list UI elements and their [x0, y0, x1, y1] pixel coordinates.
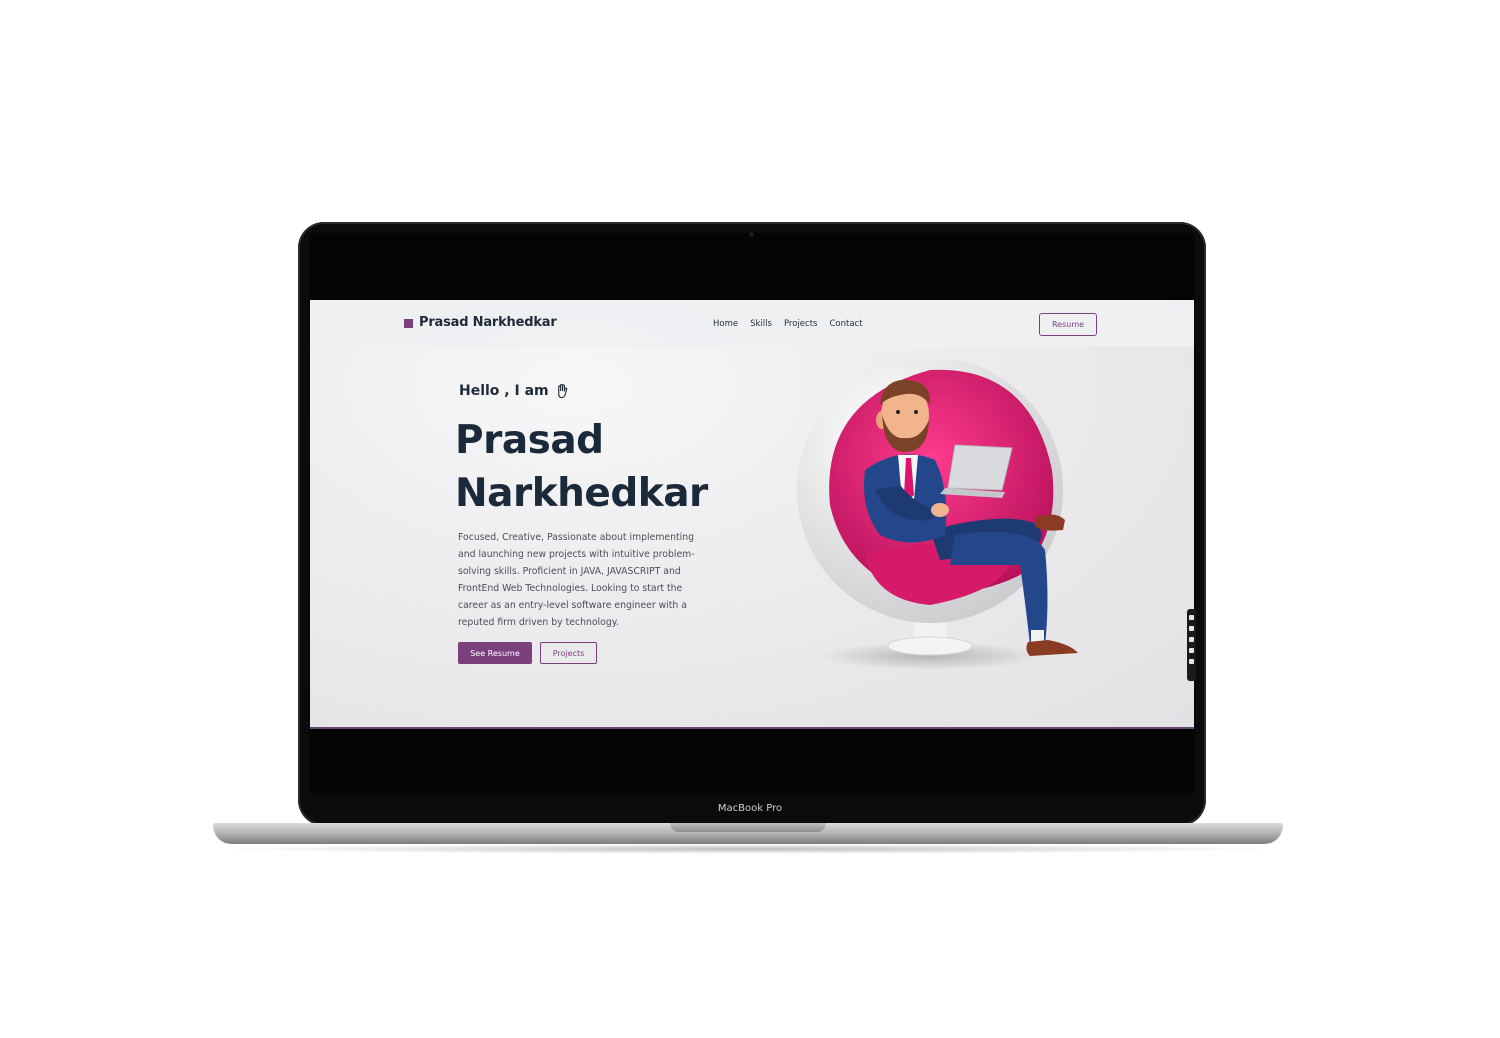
dock-icon[interactable]	[1189, 659, 1194, 664]
man-eye-left	[896, 410, 900, 414]
nav-link-home[interactable]: Home	[713, 319, 738, 329]
hero-name: Prasad Narkhedkar	[455, 414, 708, 520]
greeting: Hello , I am	[459, 383, 570, 399]
device-label: MacBook Pro	[717, 803, 783, 814]
navbar: Prasad Narkhedkar Home Skills Projects C…	[310, 300, 1194, 347]
hero-name-last: Narkhedkar	[455, 471, 708, 516]
hero-name-first: Prasad	[455, 418, 604, 463]
dock-icon[interactable]	[1189, 637, 1194, 642]
man-sock	[1031, 630, 1044, 642]
laptop-screen	[947, 444, 1013, 491]
man-shoe-front	[1026, 640, 1078, 656]
projects-button[interactable]: Projects	[540, 642, 597, 664]
man-hand	[931, 503, 949, 517]
dock-icon[interactable]	[1189, 615, 1194, 620]
nav-link-contact[interactable]: Contact	[829, 319, 862, 329]
chair-base	[887, 636, 973, 656]
resume-button[interactable]: Resume	[1039, 313, 1097, 336]
website-screen: Prasad Narkhedkar Home Skills Projects C…	[310, 300, 1194, 728]
hero-illustration	[797, 360, 1078, 670]
man-eye-right	[914, 410, 918, 414]
see-resume-button[interactable]: See Resume	[458, 642, 532, 664]
screen-bottom-edge	[310, 727, 1194, 729]
greeting-text: Hello , I am	[459, 383, 549, 399]
man-shoe-back	[1035, 514, 1065, 531]
hero-bio: Focused, Creative, Passionate about impl…	[458, 532, 695, 628]
laptop-notch	[670, 823, 826, 832]
brand-logo-icon	[404, 319, 413, 328]
nav-links: Home Skills Projects Contact	[713, 319, 863, 329]
nav-link-projects[interactable]: Projects	[784, 319, 818, 329]
waving-hand-icon	[557, 383, 567, 399]
camera	[749, 232, 754, 237]
dock-icon[interactable]	[1189, 648, 1194, 653]
laptop-shadow	[213, 844, 1283, 854]
side-dock	[1187, 609, 1196, 681]
brand-name[interactable]: Prasad Narkhedkar	[419, 315, 557, 330]
dock-icon[interactable]	[1189, 626, 1194, 631]
nav-link-skills[interactable]: Skills	[750, 319, 772, 329]
